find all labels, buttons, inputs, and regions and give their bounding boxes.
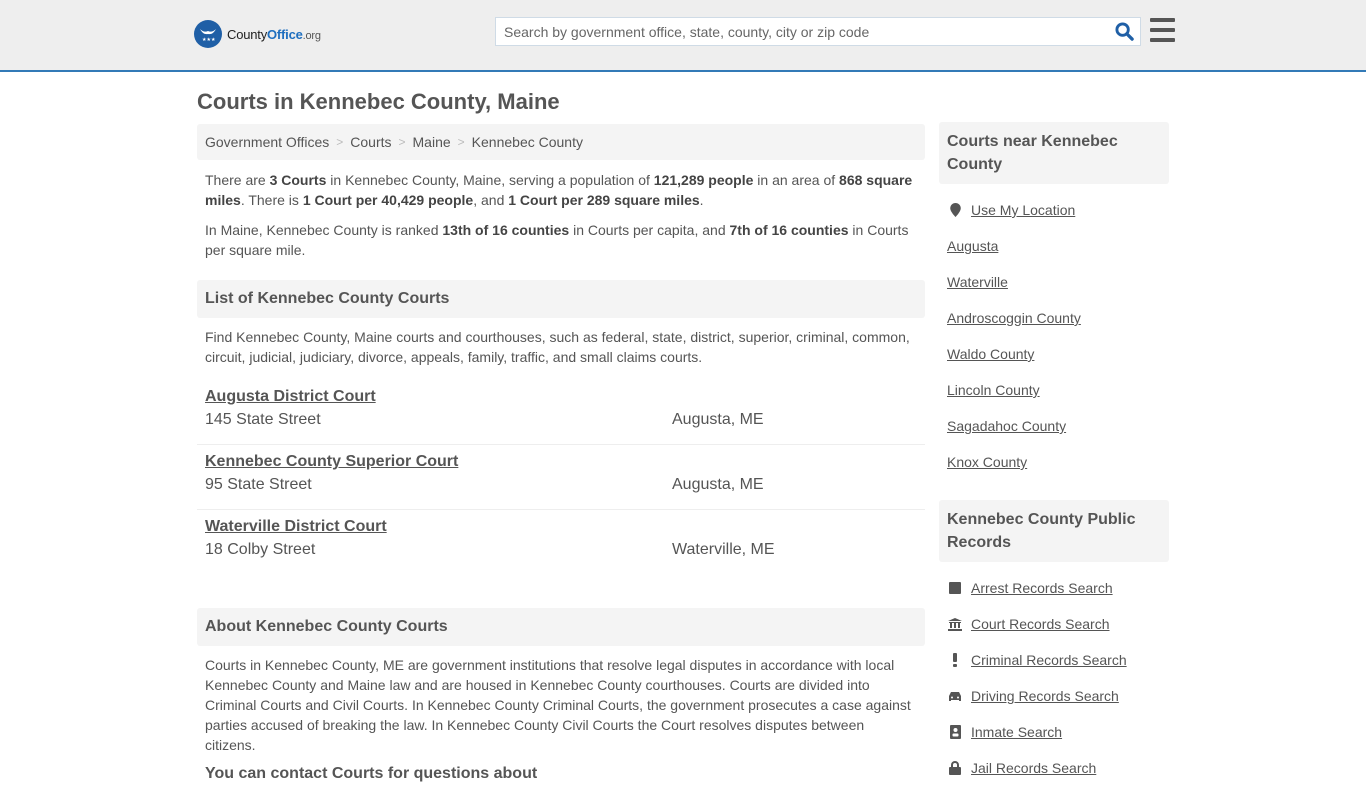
nearby-item[interactable]: Augusta [947, 228, 1161, 264]
records-item[interactable]: Driving Records Search [947, 678, 1161, 714]
main-content: Courts in Kennebec County, Maine Governm… [197, 74, 925, 783]
nearby-link-waterville[interactable]: Waterville [947, 274, 1008, 290]
breadcrumb-courts[interactable]: Courts [350, 134, 391, 150]
court-name-link[interactable]: Waterville District Court [205, 516, 917, 538]
courthouse-icon [947, 617, 963, 631]
map-marker-icon [947, 203, 963, 217]
records-item[interactable]: Arrest Records Search [947, 570, 1161, 606]
court-address: 95 State Street [205, 476, 312, 493]
breadcrumb-separator: > [457, 135, 465, 149]
sidebar: Courts near Kennebec County Use My Locat… [939, 122, 1169, 786]
nearby-item[interactable]: Knox County [947, 444, 1161, 480]
id-badge-icon [947, 725, 963, 739]
car-icon [947, 691, 963, 702]
courts-list: Augusta District Court 145 State Street A… [197, 380, 925, 575]
search-bar [495, 17, 1141, 46]
square-icon [947, 582, 963, 594]
site-logo[interactable]: ★★★ CountyOffice.org [194, 20, 321, 48]
records-item[interactable]: Jail Records Search [947, 750, 1161, 786]
breadcrumb-maine[interactable]: Maine [413, 134, 451, 150]
breadcrumb-kennebec-county[interactable]: Kennebec County [472, 134, 583, 150]
jail-records-link[interactable]: Jail Records Search [971, 760, 1096, 776]
nearby-item[interactable]: Androscoggin County [947, 300, 1161, 336]
breadcrumb: Government Offices > Courts > Maine > Kenne… [197, 124, 925, 160]
about-text: Courts in Kennebec County, ME are govern… [205, 657, 911, 753]
list-heading: List of Kennebec County Courts [197, 280, 925, 318]
use-my-location[interactable]: Use My Location [947, 192, 1161, 228]
summary-paragraph: There are 3 Courts in Kennebec County, M… [205, 172, 913, 208]
driving-records-link[interactable]: Driving Records Search [971, 688, 1119, 704]
court-city: Augusta, ME [672, 411, 764, 428]
hamburger-menu-icon[interactable] [1150, 18, 1175, 42]
use-my-location-link[interactable]: Use My Location [971, 202, 1075, 218]
svg-text:★★★: ★★★ [202, 37, 216, 43]
records-item[interactable]: Inmate Search [947, 714, 1161, 750]
nearby-link-augusta[interactable]: Augusta [947, 238, 998, 254]
court-name-link[interactable]: Kennebec County Superior Court [205, 451, 917, 473]
list-intro: Find Kennebec County, Maine courts and c… [205, 329, 910, 365]
court-city: Waterville, ME [672, 541, 775, 558]
court-name-link[interactable]: Augusta District Court [205, 386, 917, 408]
public-records-list: Arrest Records Search Court Records Sear… [939, 570, 1169, 786]
court-item: Kennebec County Superior Court 95 State … [197, 445, 925, 510]
court-item: Augusta District Court 145 State Street A… [197, 380, 925, 445]
nearby-item[interactable]: Sagadahoc County [947, 408, 1161, 444]
about-heading: About Kennebec County Courts [197, 608, 925, 646]
public-records-heading: Kennebec County Public Records [939, 500, 1169, 562]
site-header: ★★★ CountyOffice.org [0, 0, 1366, 72]
breadcrumb-separator: > [336, 135, 344, 149]
court-records-link[interactable]: Court Records Search [971, 616, 1110, 632]
exclamation-icon [947, 653, 963, 667]
inmate-search-link[interactable]: Inmate Search [971, 724, 1062, 740]
eagle-logo-icon: ★★★ [194, 20, 222, 48]
court-item: Waterville District Court 18 Colby Stree… [197, 510, 925, 575]
court-address: 145 State Street [205, 411, 321, 428]
breadcrumb-separator: > [398, 135, 406, 149]
nearby-courts-heading: Courts near Kennebec County [939, 122, 1169, 184]
records-item[interactable]: Criminal Records Search [947, 642, 1161, 678]
breadcrumb-government-offices[interactable]: Government Offices [205, 134, 329, 150]
arrest-records-link[interactable]: Arrest Records Search [971, 580, 1113, 596]
search-button[interactable] [1108, 18, 1140, 45]
nearby-link-knox[interactable]: Knox County [947, 454, 1027, 470]
nearby-courts-list: Use My Location Augusta Waterville Andro… [939, 192, 1169, 480]
page-title: Courts in Kennebec County, Maine [197, 89, 560, 114]
search-icon [1114, 22, 1134, 41]
nearby-link-sagadahoc[interactable]: Sagadahoc County [947, 418, 1066, 434]
nearby-item[interactable]: Lincoln County [947, 372, 1161, 408]
court-address: 18 Colby Street [205, 541, 316, 558]
nearby-item[interactable]: Waldo County [947, 336, 1161, 372]
lock-icon [947, 761, 963, 775]
search-input[interactable] [496, 18, 1108, 45]
nearby-link-lincoln[interactable]: Lincoln County [947, 382, 1040, 398]
nearby-link-waldo[interactable]: Waldo County [947, 346, 1034, 362]
ranking-paragraph: In Maine, Kennebec County is ranked 13th… [205, 222, 909, 258]
criminal-records-link[interactable]: Criminal Records Search [971, 652, 1127, 668]
records-item[interactable]: Court Records Search [947, 606, 1161, 642]
court-city: Augusta, ME [672, 476, 764, 493]
logo-text: CountyOffice.org [227, 26, 321, 42]
nearby-item[interactable]: Waterville [947, 264, 1161, 300]
nearby-link-androscoggin[interactable]: Androscoggin County [947, 310, 1081, 326]
